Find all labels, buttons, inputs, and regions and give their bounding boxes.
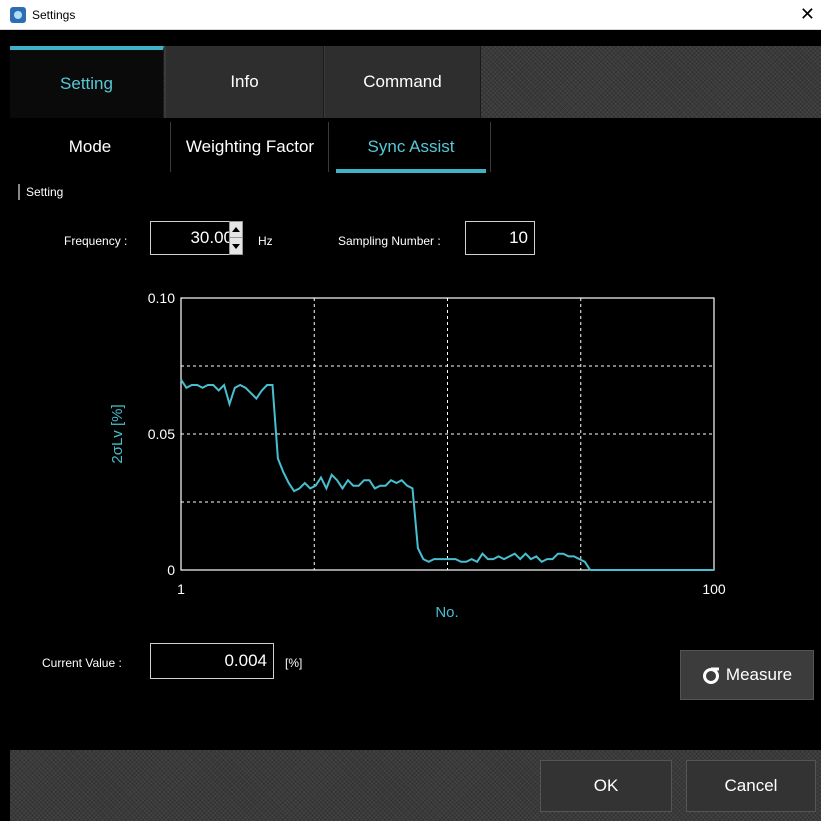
x-tick-label: 100: [702, 581, 726, 597]
sigma-icon: [702, 666, 720, 684]
current-value-field: 0.004: [150, 643, 274, 679]
ok-button[interactable]: OK: [540, 760, 672, 812]
sub-tab-bar: Mode Weighting Factor Sync Assist: [10, 118, 821, 176]
sync-assist-chart: 0 0.05 0.10 1 100 No. 2σLv [%]: [109, 290, 726, 621]
x-axis-label: No.: [435, 604, 458, 621]
subtab-divider: [328, 122, 329, 172]
subtab-divider: [490, 122, 491, 172]
app-icon: [10, 7, 26, 23]
close-icon[interactable]: ✕: [800, 3, 815, 25]
x-tick-labels: 1 100: [177, 581, 726, 597]
measure-button[interactable]: Measure: [680, 650, 814, 700]
subtab-weighting-factor[interactable]: Weighting Factor: [172, 118, 328, 176]
y-axis-label: 2σLv [%]: [109, 404, 126, 463]
current-value-unit: [%]: [285, 656, 303, 670]
settings-dialog: Settings ✕ Setting Info Command Mode Wei…: [0, 0, 821, 821]
x-tick-label: 1: [177, 581, 185, 597]
chart-grid: [181, 298, 714, 570]
y-tick-label: 0: [167, 562, 175, 578]
main-tab-bar: Setting Info Command: [10, 46, 821, 118]
subtab-sync-assist[interactable]: Sync Assist: [336, 118, 486, 176]
subtab-divider: [170, 122, 171, 172]
y-tick-label: 0.10: [148, 290, 175, 306]
subtab-mode[interactable]: Mode: [10, 118, 170, 176]
sync-assist-panel: Setting Frequency : 30.00 Hz Sampling Nu…: [10, 176, 821, 750]
dialog-footer: OK Cancel: [10, 750, 821, 821]
tab-command[interactable]: Command: [325, 46, 481, 118]
window-title: Settings: [32, 8, 76, 22]
title-bar: Settings ✕: [0, 0, 821, 30]
y-tick-labels: 0 0.05 0.10: [148, 290, 175, 578]
y-tick-label: 0.05: [148, 426, 175, 442]
cancel-button[interactable]: Cancel: [686, 760, 816, 812]
measure-button-label: Measure: [725, 665, 793, 684]
tab-info[interactable]: Info: [166, 46, 324, 118]
tab-setting[interactable]: Setting: [10, 46, 164, 118]
current-value-label: Current Value :: [42, 656, 122, 670]
